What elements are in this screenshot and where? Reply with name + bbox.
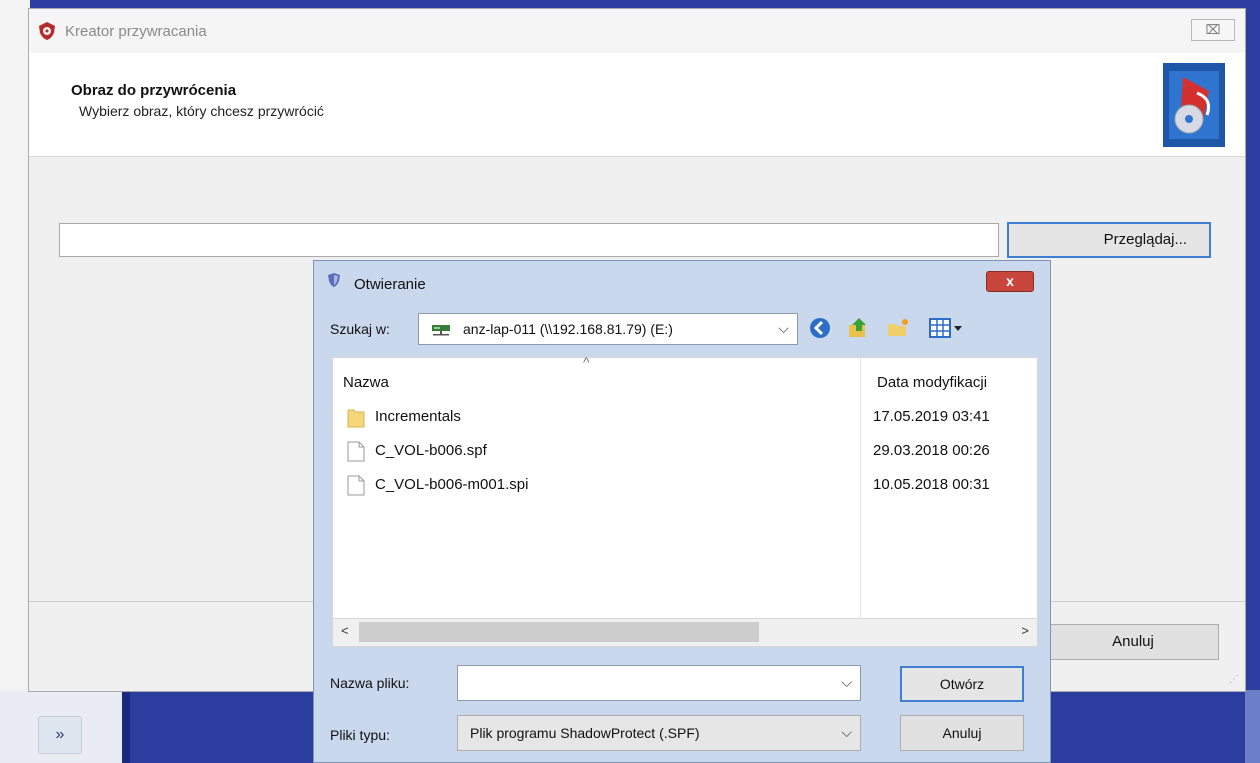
dialog-title: Otwieranie: [354, 276, 426, 293]
up-folder-icon[interactable]: [846, 316, 870, 340]
file-name-label: Nazwa pliku:: [330, 675, 410, 691]
file-type-label: Pliki typu:: [330, 727, 390, 743]
dialog-cancel-button[interactable]: Anuluj: [900, 715, 1024, 751]
page-title: Obraz do przywrócenia: [71, 82, 237, 99]
file-list[interactable]: ^ Nazwa Data modyfikacji Incrementals 17…: [332, 354, 1039, 620]
look-in-value: anz-lap-011 (\\192.168.81.79) (E:): [463, 321, 673, 337]
desktop-edge: [1245, 690, 1260, 763]
scroll-left-icon[interactable]: <: [341, 623, 349, 638]
chevron-down-icon: ⌵: [778, 320, 789, 336]
file-icon: [347, 475, 365, 496]
page-subtitle: Wybierz obraz, który chcesz przywrócić: [79, 103, 324, 119]
chevron-down-icon: ⌵: [841, 724, 852, 740]
wizard-header: Obraz do przywrócenia Wybierz obraz, któ…: [29, 53, 1245, 157]
network-drive-icon: [432, 325, 450, 336]
dialog-close-button[interactable]: x: [986, 271, 1034, 292]
view-menu-icon[interactable]: [928, 316, 964, 340]
wizard-cancel-button[interactable]: Anuluj: [1047, 624, 1219, 660]
column-header-name[interactable]: Nazwa: [343, 374, 389, 391]
file-type-value: Plik programu ShadowProtect (.SPF): [470, 725, 700, 741]
file-name: C_VOL-b006.spf: [375, 442, 487, 459]
file-name-input[interactable]: ⌵: [457, 665, 861, 701]
shield-icon: [328, 273, 340, 287]
sort-caret-icon: ^: [583, 354, 590, 370]
open-file-dialog: Otwieranie x Szukaj w: anz-lap-011 (\\19…: [313, 260, 1051, 763]
wizard-close-button[interactable]: ⌧: [1191, 19, 1235, 41]
resize-grip-icon[interactable]: ⋰: [1229, 674, 1239, 685]
file-date: 29.03.2018 00:26: [873, 442, 990, 459]
file-name: Incrementals: [375, 408, 461, 425]
list-item[interactable]: C_VOL-b006.spf 29.03.2018 00:26: [333, 438, 1039, 464]
list-item[interactable]: C_VOL-b006-m001.spi 10.05.2018 00:31: [333, 472, 1039, 498]
column-header-date[interactable]: Data modyfikacji: [877, 374, 987, 391]
file-name: C_VOL-b006-m001.spi: [375, 476, 529, 493]
expand-chevron-button[interactable]: »: [38, 716, 82, 754]
open-button[interactable]: Otwórz: [900, 666, 1024, 702]
restore-disk-icon: [1163, 63, 1225, 147]
folder-icon: [347, 409, 365, 428]
browse-button[interactable]: Przeglądaj...: [1007, 222, 1211, 258]
background-window-edge: [0, 0, 30, 690]
file-icon: [347, 441, 365, 462]
dialog-titlebar[interactable]: Otwieranie x: [314, 261, 1050, 299]
wizard-titlebar[interactable]: Kreator przywracania ⌧: [29, 9, 1245, 53]
back-icon[interactable]: [808, 316, 832, 340]
file-date: 10.05.2018 00:31: [873, 476, 990, 493]
new-folder-icon[interactable]: [886, 316, 910, 340]
wizard-title: Kreator przywracania: [65, 23, 207, 40]
look-in-label: Szukaj w:: [330, 321, 390, 337]
double-chevron-icon: »: [55, 726, 65, 743]
scroll-thumb[interactable]: [359, 622, 759, 642]
app-icon: [39, 22, 55, 40]
scroll-right-icon[interactable]: >: [1021, 623, 1029, 638]
image-path-input[interactable]: [59, 223, 999, 257]
chevron-down-icon[interactable]: ⌵: [841, 674, 852, 691]
file-date: 17.05.2019 03:41: [873, 408, 990, 425]
close-icon: ⌧: [1205, 22, 1221, 37]
list-item[interactable]: Incrementals 17.05.2019 03:41: [333, 404, 1039, 430]
look-in-dropdown[interactable]: anz-lap-011 (\\192.168.81.79) (E:) ⌵: [418, 313, 798, 345]
taskbar-separator: [122, 690, 130, 763]
file-type-dropdown[interactable]: Plik programu ShadowProtect (.SPF) ⌵: [457, 715, 861, 751]
close-icon: x: [1006, 273, 1014, 289]
horizontal-scrollbar[interactable]: < >: [332, 619, 1038, 647]
